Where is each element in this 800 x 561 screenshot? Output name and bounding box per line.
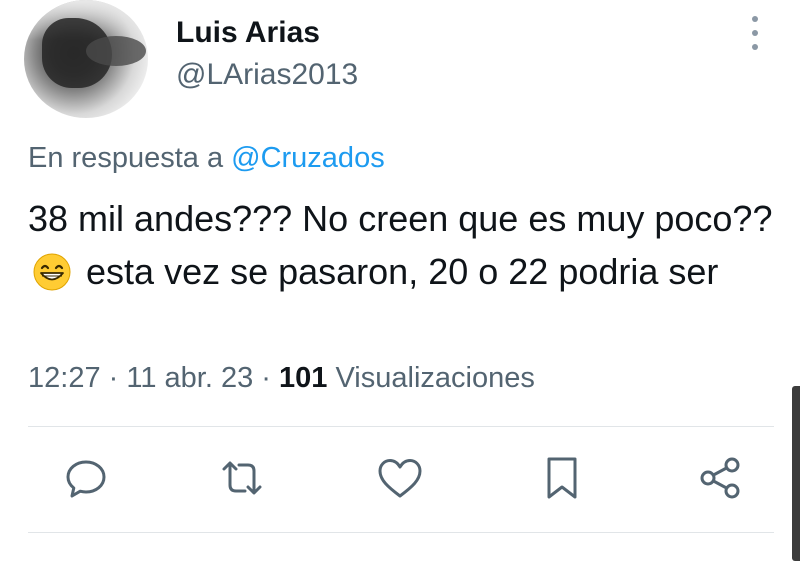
reply-button[interactable]: [62, 454, 110, 502]
bookmark-icon: [547, 457, 577, 499]
divider: [28, 426, 774, 427]
retweet-icon: [222, 461, 262, 495]
reply-prefix: En respuesta a: [28, 142, 224, 174]
grinning-emoji-icon: [33, 253, 71, 291]
tweet-text-part1: 38 mil andes??? No creen que es muy poco…: [28, 198, 773, 239]
avatar[interactable]: [24, 0, 148, 118]
tweet-detail: Luis Arias @LArias2013 En respuesta a @C…: [0, 0, 800, 561]
share-button[interactable]: [696, 454, 744, 502]
author-handle[interactable]: @LArias2013: [176, 58, 358, 92]
like-button[interactable]: [376, 454, 424, 502]
reply-context: En respuesta a @Cruzados: [28, 142, 385, 175]
bookmark-button[interactable]: [538, 454, 586, 502]
action-bar: [0, 454, 800, 506]
views-count[interactable]: 101: [279, 362, 327, 394]
divider: [28, 532, 774, 533]
tweet-meta: 12:27 · 11 abr. 23 · 101 Visualizaciones: [28, 362, 535, 395]
tweet-text: 38 mil andes??? No creen que es muy poco…: [28, 192, 778, 298]
share-icon: [700, 457, 740, 499]
tweet-date[interactable]: 11 abr. 23: [126, 362, 253, 394]
tweet-text-part2: esta vez se pasaron, 20 o 22 podria ser: [86, 251, 719, 292]
more-options-icon[interactable]: [748, 16, 762, 50]
scrollbar[interactable]: [792, 386, 800, 561]
reply-mention-link[interactable]: @Cruzados: [231, 142, 385, 174]
author-name[interactable]: Luis Arias: [176, 16, 320, 50]
heart-icon: [378, 459, 422, 498]
tweet-time[interactable]: 12:27: [28, 362, 101, 394]
reply-icon: [66, 460, 106, 498]
views-label[interactable]: Visualizaciones: [335, 362, 534, 394]
retweet-button[interactable]: [218, 454, 266, 502]
meta-separator: ·: [108, 362, 119, 394]
meta-separator: ·: [261, 362, 271, 394]
